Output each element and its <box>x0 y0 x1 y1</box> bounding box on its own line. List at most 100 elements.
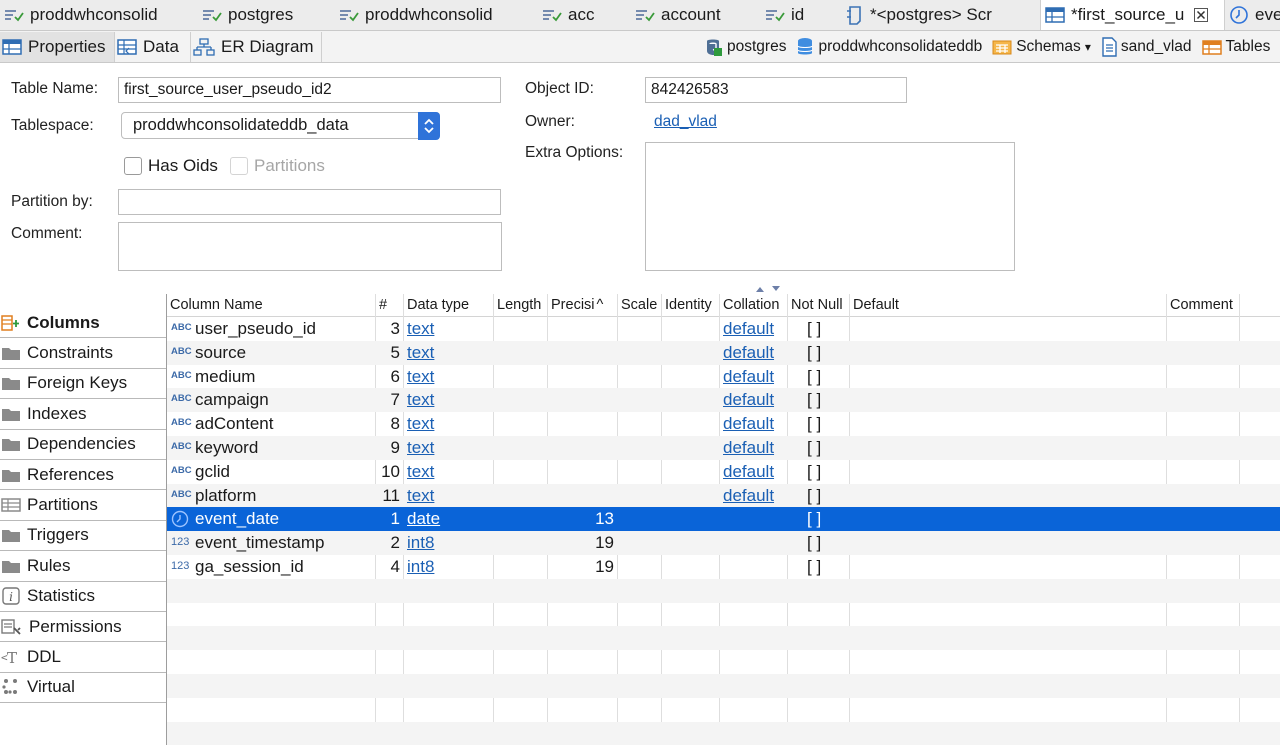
header-col-data-type[interactable]: Data type <box>404 294 494 317</box>
cell-data-type-link[interactable]: int8 <box>407 555 487 579</box>
header-label: Default <box>853 297 899 313</box>
tab-er-diagram[interactable]: ER Diagram <box>191 31 322 62</box>
table-row[interactable]: ABC keyword 9 text default [ ] <box>167 436 1280 460</box>
table-row[interactable]: ABC source 5 text default [ ] <box>167 340 1280 365</box>
cell-collation-link[interactable]: default <box>723 436 785 460</box>
table-row[interactable]: ABC campaign 7 text default [ ] <box>167 388 1280 413</box>
cell-collation-link[interactable] <box>723 555 785 579</box>
cell-data-type-link[interactable]: text <box>407 412 487 436</box>
splitter-arrows-icon[interactable] <box>754 284 784 294</box>
cell-column-name: adContent <box>195 414 274 434</box>
header-col-default[interactable]: Default <box>850 294 1167 317</box>
header-col-comment[interactable]: Comment <box>1167 294 1240 317</box>
nav-item-indexes[interactable]: Indexes <box>0 399 166 430</box>
header-col-identity[interactable]: Identity <box>662 294 720 317</box>
cell-data-type-link[interactable]: text <box>407 317 487 341</box>
table-row[interactable]: ABC platform 11 text default [ ] <box>167 483 1280 508</box>
cell-precision: 13 <box>595 509 614 529</box>
chevron-down-icon[interactable]: ▾ <box>1085 40 1091 54</box>
breadcrumb-database[interactable]: proddwhconsolidateddb <box>796 37 982 57</box>
cell-data-type-link[interactable]: text <box>407 388 487 412</box>
header-col-not-null[interactable]: Not Null <box>788 294 850 317</box>
table-row[interactable]: event_date 1 date 13 [ ] <box>167 507 1280 532</box>
text-type-icon: ABC <box>171 322 192 333</box>
folder-icon <box>1 527 21 543</box>
properties-icon <box>2 38 22 55</box>
nav-item-constraints[interactable]: Constraints <box>0 338 166 369</box>
cell-data-type-link[interactable]: date <box>407 507 487 531</box>
table-row[interactable]: 123 event_timestamp 2 int8 19 [ ] <box>167 531 1280 555</box>
nav-item-rules[interactable]: Rules <box>0 551 166 582</box>
nav-item-dependencies[interactable]: Dependencies <box>0 429 166 460</box>
editor-tab-8[interactable]: eve <box>1225 0 1280 30</box>
tab-properties[interactable]: Properties <box>0 31 115 62</box>
nav-item-permissions[interactable]: Permissions <box>0 611 166 643</box>
cell-collation-link[interactable] <box>723 531 785 555</box>
table-row[interactable]: ABC adContent 8 text default [ ] <box>167 412 1280 436</box>
nav-item-statistics[interactable]: i Statistics <box>0 581 166 612</box>
cell-column-number: 5 <box>390 342 400 362</box>
table-row[interactable]: ABC gclid 10 text default [ ] <box>167 460 1280 484</box>
cell-column-name: campaign <box>195 390 269 410</box>
cell-collation-link[interactable]: default <box>723 317 785 341</box>
nav-item-references[interactable]: References <box>0 459 166 491</box>
cell-collation-link[interactable]: default <box>723 484 785 508</box>
header-col-scale[interactable]: Scale <box>618 294 662 317</box>
comment-textarea[interactable] <box>118 222 502 271</box>
nav-item-virtual[interactable]: Virtual <box>0 672 166 704</box>
partition-by-input[interactable] <box>118 189 501 215</box>
nav-item-ddl[interactable]: < T DDL <box>0 642 166 673</box>
cell-data-type-link[interactable]: text <box>407 341 487 365</box>
owner-link[interactable]: dad_vlad <box>654 113 717 131</box>
breadcrumb-tables[interactable]: Tables <box>1201 38 1270 56</box>
tablespace-select[interactable]: proddwhconsolidateddb_data <box>121 112 440 140</box>
cell-data-type-link[interactable]: text <box>407 484 487 508</box>
select-stepper-icon[interactable] <box>418 112 440 140</box>
header-col-precision[interactable]: Precisi ^ <box>548 294 618 317</box>
nav-item-foreign-keys[interactable]: Foreign Keys <box>0 368 166 400</box>
cell-data-type-link[interactable]: int8 <box>407 531 487 555</box>
partitions-icon <box>1 497 21 513</box>
breadcrumb-schema[interactable]: sand_vlad <box>1101 36 1192 57</box>
close-icon[interactable] <box>1194 8 1209 22</box>
table-row[interactable]: ABC user_pseudo_id 3 text default [ ] <box>167 317 1280 341</box>
editor-tab-0[interactable]: proddwhconsolid <box>0 0 198 30</box>
table-row[interactable]: 123 ga_session_id 4 int8 19 [ ] <box>167 555 1280 579</box>
editor-tab-4[interactable]: account <box>631 0 761 30</box>
cell-collation-link[interactable]: default <box>723 341 785 365</box>
extra-options-textarea[interactable] <box>645 142 1015 271</box>
header-label: Identity <box>665 297 712 313</box>
has-oids-checkbox[interactable]: Has Oids <box>124 156 218 176</box>
cell-data-type-link[interactable]: text <box>407 436 487 460</box>
empty-row <box>167 603 1280 627</box>
nav-item-triggers[interactable]: Triggers <box>0 520 166 552</box>
breadcrumb-schemas[interactable]: Schemas ▾ <box>992 38 1091 56</box>
editor-tab-5[interactable]: id <box>761 0 842 30</box>
table-name-input[interactable]: first_source_user_pseudo_id2 <box>118 77 501 103</box>
nav-item-label: References <box>27 464 114 484</box>
header-col-name[interactable]: Column Name <box>167 294 376 317</box>
editor-tab-3[interactable]: acc <box>538 0 631 30</box>
cell-collation-link[interactable]: default <box>723 388 785 412</box>
breadcrumb-connection[interactable]: postgres <box>703 37 786 57</box>
table-row[interactable]: ABC medium 6 text default [ ] <box>167 365 1280 389</box>
header-col-collation[interactable]: Collation <box>720 294 788 317</box>
cell-collation-link[interactable]: default <box>723 460 785 484</box>
editor-tab-6[interactable]: *<postgres> Scr <box>842 0 1040 30</box>
cell-not-null: [ ] <box>807 438 822 457</box>
cell-data-type-link[interactable]: text <box>407 460 487 484</box>
cell-data-type-link[interactable]: text <box>407 365 487 389</box>
cell-collation-link[interactable]: default <box>723 365 785 389</box>
header-col-number[interactable]: # <box>376 294 404 317</box>
tab-data[interactable]: Data <box>115 31 191 62</box>
cell-not-null: [ ] <box>807 461 822 481</box>
cell-collation-link[interactable]: default <box>723 412 785 436</box>
editor-tab-7[interactable]: *first_source_u <box>1040 0 1225 30</box>
cell-collation-link[interactable] <box>723 507 785 531</box>
folder-icon <box>1 406 21 422</box>
nav-item-partitions[interactable]: Partitions <box>0 490 166 521</box>
editor-tab-1[interactable]: postgres <box>198 0 335 30</box>
editor-tab-2[interactable]: proddwhconsolid <box>335 0 538 30</box>
header-col-length[interactable]: Length <box>494 294 548 317</box>
nav-item-columns[interactable]: Columns <box>0 308 166 339</box>
